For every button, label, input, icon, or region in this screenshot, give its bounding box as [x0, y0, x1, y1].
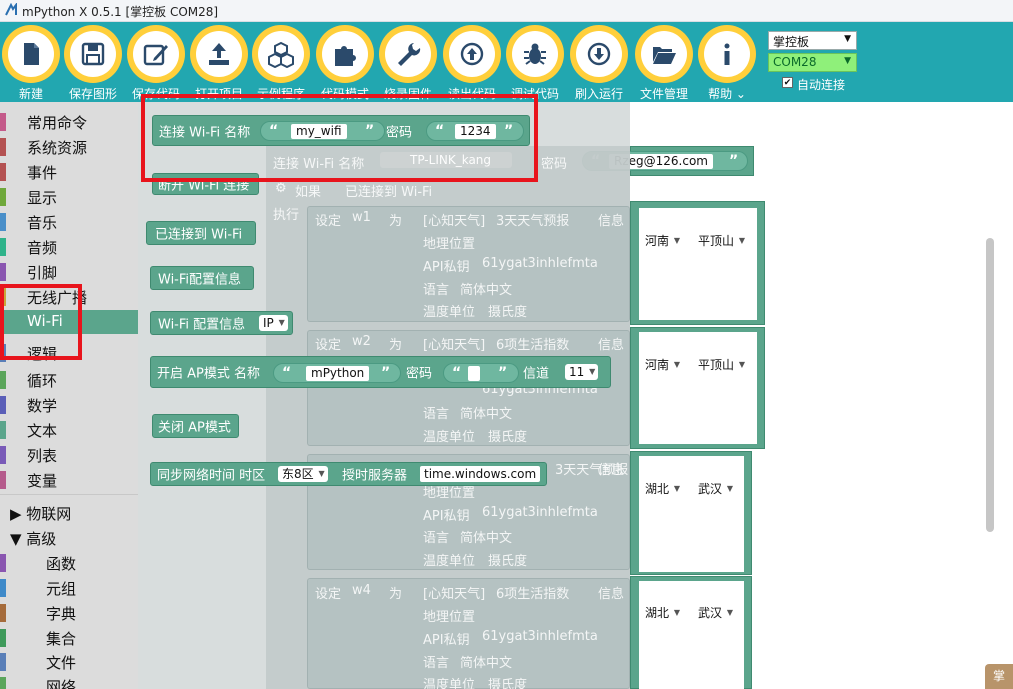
- block-wifi-connected[interactable]: 已连接到 Wi-Fi: [146, 221, 256, 245]
- block-wifi-config-ip[interactable]: Wi-Fi 配置信息 IP ▼: [150, 311, 293, 335]
- chevron-down-icon: ▼: [844, 56, 851, 66]
- toolbar: 新建 保存图形 保存代码 打开项目 示例程序 代码模式 烧录固件 读出代码 调试…: [0, 22, 1013, 102]
- category-pins[interactable]: 引脚: [0, 260, 138, 284]
- upload-icon: [209, 43, 229, 65]
- corner-badge[interactable]: 掌: [985, 664, 1013, 689]
- category-variables[interactable]: 变量: [0, 468, 138, 492]
- bg-city-dropdown-3: 武汉 ▼: [694, 481, 737, 497]
- ap-password-string[interactable]: “ ”: [443, 363, 519, 383]
- category-system[interactable]: 系统资源: [0, 135, 138, 159]
- mpython-logo-icon: [5, 3, 17, 16]
- code-mode-button[interactable]: 代码模式: [314, 22, 376, 102]
- highlight-connect-block: [141, 94, 538, 182]
- file-manager-button[interactable]: 文件管理: [633, 22, 695, 102]
- edit-icon: [143, 44, 168, 66]
- folder-open-icon: [653, 47, 676, 64]
- bg-city-dropdown-4: 武汉 ▼: [694, 605, 737, 621]
- bug-icon: [524, 43, 546, 65]
- category-dicts[interactable]: 字典: [0, 601, 138, 625]
- save-icon: [81, 42, 105, 66]
- mpython-window: mPython X 0.5.1 [掌控板 COM28] 新建 保存图形 保存代码: [0, 0, 1013, 689]
- ap-name-string[interactable]: “ mPython ”: [273, 363, 401, 383]
- flash-run-button[interactable]: 刷入运行: [568, 22, 630, 102]
- category-math[interactable]: 数学: [0, 393, 138, 417]
- bg-province-dropdown-3: 湖北 ▼: [641, 481, 684, 497]
- bg-province-dropdown-4: 湖北 ▼: [641, 605, 684, 621]
- bg-city-dropdown-2: 平顶山 ▼: [694, 357, 749, 373]
- block-ap-on[interactable]: 开启 AP模式 名称 “ mPython ” 密码 “ ” 信道 11 ▼: [150, 356, 611, 388]
- bg-province-dropdown-2: 河南 ▼: [641, 357, 684, 373]
- workspace-scrollbar[interactable]: [986, 238, 994, 532]
- open-project-button[interactable]: 打开项目: [188, 22, 250, 102]
- wrench-icon: [398, 43, 421, 66]
- window-title: mPython X 0.5.1 [掌控板 COM28]: [22, 5, 219, 19]
- category-advanced[interactable]: ▼ 高级: [0, 526, 138, 550]
- category-lists[interactable]: 列表: [0, 443, 138, 467]
- bg-weather-frame-1: [630, 201, 765, 325]
- title-bar: mPython X 0.5.1 [掌控板 COM28]: [0, 0, 1013, 22]
- cubes-icon: [268, 41, 294, 68]
- category-functions[interactable]: 函数: [0, 551, 138, 575]
- category-common[interactable]: 常用命令: [0, 110, 138, 134]
- sidebar-divider: [0, 494, 138, 495]
- category-loops[interactable]: 循环: [0, 368, 138, 392]
- category-network[interactable]: 网络: [0, 674, 138, 689]
- block-wifi-config[interactable]: Wi-Fi配置信息: [150, 266, 254, 290]
- bg-weather-frame-4: [630, 576, 752, 689]
- highlight-wifi-category: [0, 284, 82, 360]
- category-events[interactable]: 事件: [0, 160, 138, 184]
- flash-firmware-button[interactable]: 烧录固件: [377, 22, 439, 102]
- category-sets[interactable]: 集合: [0, 626, 138, 650]
- auto-connect-checkbox[interactable]: ✔: [782, 77, 793, 88]
- debug-code-button[interactable]: 调试代码: [504, 22, 566, 102]
- bg-province-dropdown-1: 河南 ▼: [641, 233, 684, 249]
- category-files[interactable]: 文件: [0, 650, 138, 674]
- help-button[interactable]: 帮助 ⌄: [696, 22, 758, 102]
- new-button[interactable]: 新建: [0, 22, 62, 102]
- puzzle-icon: [335, 46, 356, 66]
- bg-gear-icon: ⚙: [275, 181, 287, 196]
- timezone-dropdown[interactable]: 东8区 ▼: [278, 466, 328, 482]
- block-ap-off[interactable]: 关闭 AP模式: [152, 414, 239, 438]
- bg-weather-frame-2: [630, 327, 765, 449]
- port-select[interactable]: COM28 ▼: [768, 53, 857, 72]
- category-text[interactable]: 文本: [0, 418, 138, 442]
- category-music[interactable]: 音乐: [0, 210, 138, 234]
- category-tuples[interactable]: 元组: [0, 576, 138, 600]
- arrow-up-circle-icon: [460, 42, 484, 66]
- info-icon: [724, 43, 730, 65]
- bg-city-dropdown-1: 平顶山 ▼: [694, 233, 749, 249]
- board-select[interactable]: 掌控板 ▼: [768, 31, 857, 50]
- arrow-down-circle-icon: [587, 42, 611, 66]
- ntp-server-field[interactable]: time.windows.com: [420, 466, 541, 482]
- category-audio[interactable]: 音频: [0, 235, 138, 259]
- block-ntp-sync[interactable]: 同步网络时间 时区 东8区 ▼ 授时服务器 time.windows.com: [150, 462, 547, 486]
- file-new-icon: [24, 43, 39, 65]
- channel-dropdown[interactable]: 11 ▼: [565, 364, 599, 380]
- category-display[interactable]: 显示: [0, 185, 138, 209]
- bg-weather-frame-3: [630, 451, 752, 575]
- chevron-down-icon: ▼: [844, 34, 851, 44]
- examples-button[interactable]: 示例程序: [250, 22, 312, 102]
- save-code-button[interactable]: 保存代码: [125, 22, 187, 102]
- read-code-button[interactable]: 读出代码: [441, 22, 503, 102]
- save-graphic-button[interactable]: 保存图形: [62, 22, 124, 102]
- config-field-dropdown[interactable]: IP ▼: [259, 315, 288, 331]
- category-iot[interactable]: ▶ 物联网: [0, 501, 138, 525]
